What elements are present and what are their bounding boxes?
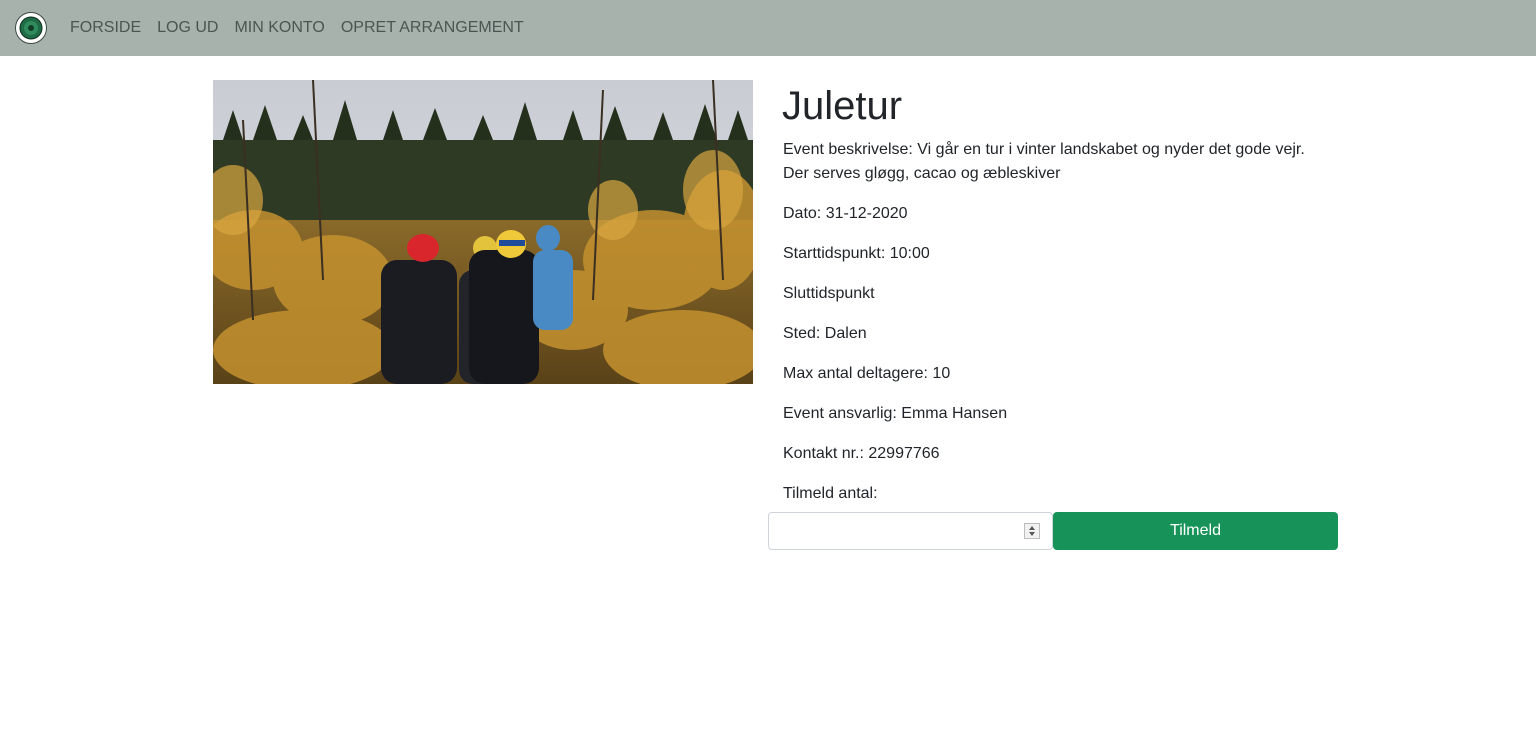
nav-links: FORSIDE LOG UD MIN KONTO OPRET ARRANGEME… bbox=[62, 0, 532, 56]
event-date: Dato: 31-12-2020 bbox=[783, 205, 908, 222]
event-place: Sted: Dalen bbox=[783, 325, 867, 342]
event-description-line-2: Der serves gløgg, cacao og æbleskiver bbox=[783, 165, 1061, 182]
navbar: FORSIDE LOG UD MIN KONTO OPRET ARRANGEME… bbox=[0, 0, 1536, 56]
signup-button[interactable]: Tilmeld bbox=[1053, 512, 1338, 550]
signup-quantity-input[interactable] bbox=[768, 512, 1053, 550]
event-end-time: Sluttidspunkt bbox=[783, 285, 875, 302]
event-start-time: Starttidspunkt: 10:00 bbox=[783, 245, 930, 262]
nav-link-opret-arrangement[interactable]: OPRET ARRANGEMENT bbox=[333, 19, 532, 37]
nav-link-log-ud[interactable]: LOG UD bbox=[149, 19, 226, 37]
nav-link-min-konto[interactable]: MIN KONTO bbox=[226, 19, 332, 37]
event-max-participants: Max antal deltagere: 10 bbox=[783, 365, 951, 382]
quantity-spinner-icon[interactable] bbox=[1024, 523, 1040, 539]
event-title: Juletur bbox=[782, 84, 903, 128]
event-description-line-1: Event beskrivelse: Vi går en tur i vinte… bbox=[783, 141, 1305, 158]
nav-link-forside[interactable]: FORSIDE bbox=[62, 19, 149, 37]
event-responsible: Event ansvarlig: Emma Hansen bbox=[783, 405, 1008, 422]
event-contact: Kontakt nr.: 22997766 bbox=[783, 445, 940, 462]
event-photo bbox=[213, 80, 753, 384]
signup-quantity-label: Tilmeld antal: bbox=[783, 485, 878, 502]
event-description: Event beskrivelse: Vi går en tur i vinte… bbox=[783, 138, 1323, 186]
club-logo-icon[interactable] bbox=[15, 12, 47, 44]
